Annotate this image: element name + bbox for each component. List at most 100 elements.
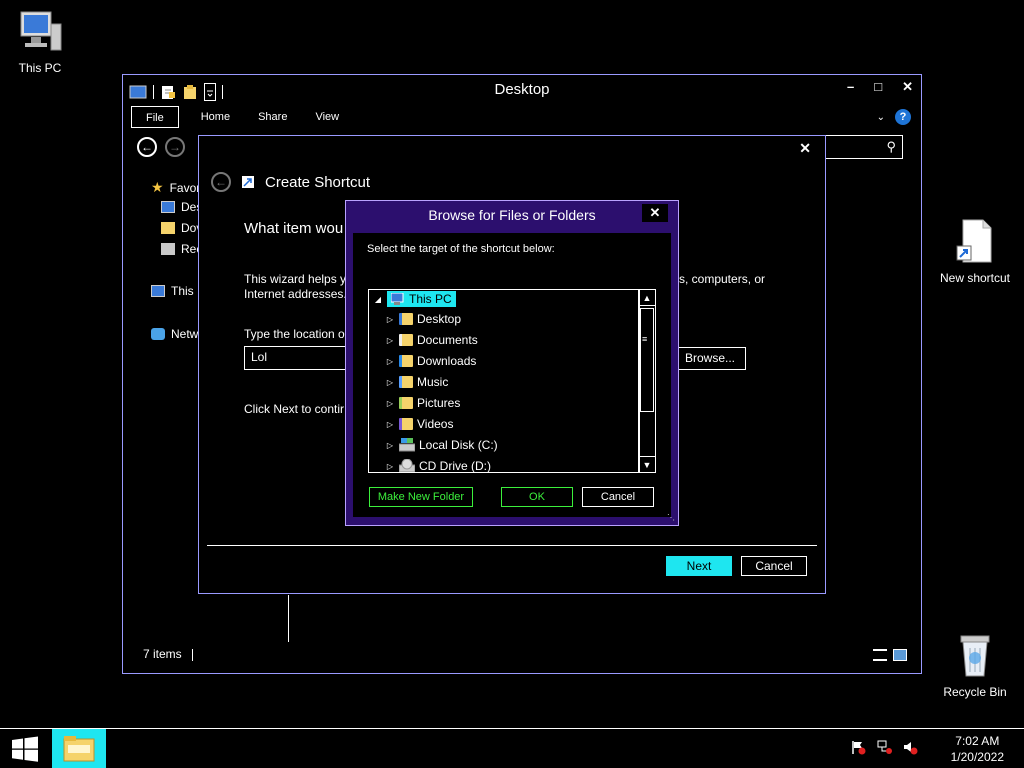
large-icons-view-icon[interactable] [893,649,907,661]
nav-item-network[interactable]: Netw [151,327,198,341]
details-view-icon[interactable] [873,649,887,661]
clock-date: 1/20/2022 [950,750,1004,764]
tree-node-label: Desktop [417,312,462,326]
videos-folder-icon [399,418,413,430]
tree-node-selected: This PC [387,291,456,307]
nav-item-label: Favor [169,180,201,195]
wizard-description-right: s, computers, or [679,272,766,286]
window-controls: – □ ✕ [847,79,913,95]
nav-item-recent[interactable]: Rec [161,242,202,256]
desktop-icon-label: This PC [18,61,62,75]
expand-ribbon-icon[interactable]: ⌄ [877,112,885,123]
scroll-up-icon[interactable]: ▲ [639,290,655,306]
tree-node-videos[interactable]: ▷ Videos [385,417,454,431]
scroll-down-icon[interactable]: ▼ [639,456,655,472]
nav-item-label: This I [171,284,201,298]
browse-dialog: Browse for Files or Folders ✕ Select the… [345,200,679,526]
browse-prompt: Select the target of the shortcut below: [367,243,555,255]
status-divider [191,648,193,661]
maximize-icon[interactable]: □ [874,79,882,95]
ribbon-tabs: File Home Share View [131,106,353,128]
collapsed-arrow-icon[interactable]: ▷ [385,378,395,387]
tree-node-label: Downloads [417,354,477,368]
wizard-divider [207,545,817,546]
tree-node-downloads[interactable]: ▷ Downloads [385,354,476,368]
nav-item-this-pc[interactable]: This I [151,284,200,298]
tab-view[interactable]: View [301,106,353,128]
nav-item-desktop[interactable]: Des [161,200,202,214]
collapsed-arrow-icon[interactable]: ▷ [385,441,395,450]
tree-node-documents[interactable]: ▷ Documents [385,333,478,347]
tree-node-this-pc[interactable]: ◢ This PC [373,291,456,307]
network-icon [151,328,165,340]
desktop-icon-new-shortcut[interactable]: New shortcut [934,218,1016,285]
scroll-thumb[interactable] [640,308,654,412]
downloads-icon [161,222,175,234]
expanded-arrow-icon[interactable]: ◢ [373,295,383,304]
system-clock[interactable]: 7:02 AM 1/20/2022 [951,733,1004,765]
nav-item-favorites[interactable]: ★ Favor [151,179,200,196]
resize-grip-icon[interactable]: ⋱ [667,513,675,522]
back-arrow-icon[interactable]: ← [211,172,231,192]
tree-scrollbar[interactable]: ▲ ≡ ▼ [638,289,656,473]
tree-node-desktop[interactable]: ▷ Desktop [385,312,461,326]
click-next-text: Click Next to contir [244,402,345,416]
back-arrow-icon[interactable]: ← [137,137,157,157]
ok-button[interactable]: OK [501,487,573,507]
star-icon: ★ [151,179,164,195]
scroll-grip-icon: ≡ [642,334,648,344]
navigation-buttons: ← → [137,137,185,157]
windows-logo-icon [12,736,38,762]
tab-home[interactable]: Home [187,106,244,128]
tab-share[interactable]: Share [244,106,301,128]
next-button[interactable]: Next [666,556,732,576]
tree-node-pictures[interactable]: ▷ Pictures [385,396,460,410]
forward-arrow-icon[interactable]: → [165,137,185,157]
collapsed-arrow-icon[interactable]: ▷ [385,399,395,408]
close-icon[interactable]: ✕ [799,140,811,157]
close-icon[interactable]: ✕ [642,204,668,222]
explorer-titlebar[interactable]: Desktop – □ ✕ [123,75,921,105]
tree-node-label: CD Drive (D:) [419,459,491,473]
minimize-icon[interactable]: – [847,79,854,95]
desktop-icon-label: Recycle Bin [943,685,1007,699]
volume-muted-icon[interactable] [902,739,918,755]
desktop-icon-this-pc[interactable]: This PC [0,10,80,75]
view-switcher [873,649,907,661]
file-explorer-icon [63,736,95,762]
wizard-header: ← Create Shortcut [211,172,370,192]
cancel-button[interactable]: Cancel [741,556,807,576]
explorer-title: Desktop [494,81,550,98]
browse-dialog-title: Browse for Files or Folders [428,207,596,223]
shortcut-icon [242,176,254,188]
tree-node-local-disk[interactable]: ▷ Local Disk (C:) [385,438,498,452]
collapsed-arrow-icon[interactable]: ▷ [385,462,395,471]
taskbar-file-explorer[interactable] [52,729,106,768]
tab-file[interactable]: File [131,106,179,128]
network-icon[interactable] [876,739,892,755]
collapsed-arrow-icon[interactable]: ▷ [385,420,395,429]
pictures-folder-icon [399,397,413,409]
cancel-button[interactable]: Cancel [582,487,654,507]
collapsed-arrow-icon[interactable]: ▷ [385,336,395,345]
close-icon[interactable]: ✕ [902,79,913,95]
documents-folder-icon [399,334,413,346]
collapsed-arrow-icon[interactable]: ▷ [385,357,395,366]
item-count: 7 items [143,647,182,661]
wizard-question: What item wou [244,220,344,237]
tree-node-music[interactable]: ▷ Music [385,375,448,389]
computer-icon [391,293,404,305]
tree-node-cd-drive[interactable]: ▷ CD Drive (D:) [385,459,491,473]
collapsed-arrow-icon[interactable]: ▷ [385,315,395,324]
help-icon[interactable]: ? [895,109,911,125]
make-new-folder-button[interactable]: Make New Folder [369,487,473,507]
tree-node-label: Pictures [417,396,461,410]
action-center-flag-icon[interactable] [850,739,866,755]
folder-tree[interactable]: ◢ This PC ▷ Desktop ▷ Documents ▷ Downlo… [368,289,640,473]
ribbon-right-controls: ⌄ ? [877,109,911,125]
browse-button[interactable]: Browse... [674,347,746,370]
nav-item-downloads[interactable]: Dov [161,221,202,235]
search-input[interactable]: ⚲ [823,135,903,159]
start-button[interactable] [0,729,50,768]
desktop-icon-recycle-bin[interactable]: Recycle Bin [934,632,1016,699]
